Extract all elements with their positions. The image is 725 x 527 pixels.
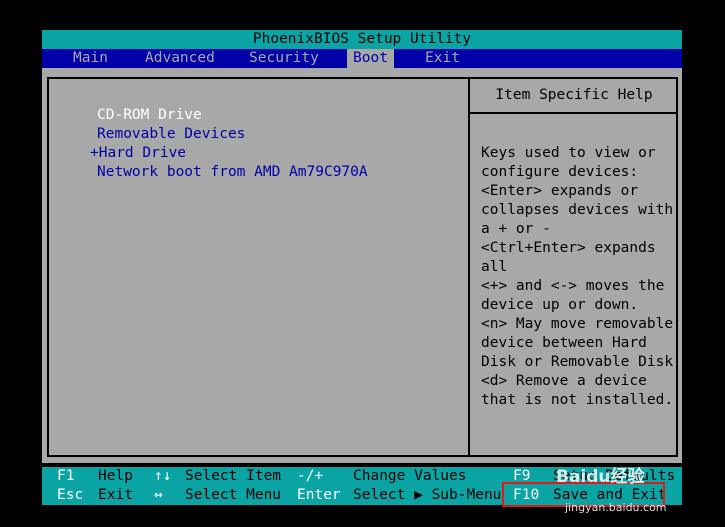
boot-order-list: CD-ROM Drive Removable Devices +Hard Dri…	[90, 106, 368, 182]
watermark-url: jingyan.baidu.com	[565, 501, 667, 514]
boot-item-network[interactable]: Network boot from AMD Am79C970A	[90, 163, 368, 182]
help-text: Keys used to view or configure devices: …	[481, 144, 674, 410]
key-enter[interactable]: Enter	[297, 486, 341, 505]
panel-divider	[468, 77, 470, 457]
boot-item-hard-drive[interactable]: +Hard Drive	[90, 144, 368, 163]
bios-title-bar: PhoenixBIOS Setup Utility	[42, 30, 682, 49]
help-line: <n> May move removable	[481, 316, 674, 332]
key-f1[interactable]: F1	[57, 467, 74, 486]
tab-security[interactable]: Security	[243, 49, 325, 68]
boot-item-cdrom[interactable]: CD-ROM Drive	[90, 106, 368, 125]
action-select-submenu: Select ▶ Sub-Menu	[353, 487, 502, 503]
action-select-item: Select Item	[185, 468, 282, 484]
help-line: <+> and <-> moves the	[481, 278, 665, 294]
watermark-logo: Baidu经验	[556, 467, 645, 487]
key-left-right-icon[interactable]: ↔	[154, 486, 163, 505]
help-line: <d> Remove a device	[481, 373, 647, 389]
tab-boot[interactable]: Boot	[347, 49, 394, 68]
action-help: Help	[98, 468, 133, 484]
key-esc[interactable]: Esc	[57, 486, 83, 505]
help-line: Keys used to view or	[481, 145, 656, 161]
help-line: Disk or Removable Disk	[481, 354, 674, 370]
help-line: that is not installed.	[481, 392, 674, 408]
help-line: collapses devices with	[481, 202, 674, 218]
help-line: device between Hard	[481, 335, 647, 351]
key-up-down-icon[interactable]: ↑↓	[154, 467, 171, 486]
help-line: a + or -	[481, 221, 551, 237]
help-line: configure devices:	[481, 164, 639, 180]
action-exit: Exit	[98, 487, 133, 503]
help-separator	[470, 112, 678, 114]
menu-bar: Main Advanced Security Boot Exit	[42, 49, 682, 68]
help-line: device up or down.	[481, 297, 639, 313]
tab-advanced[interactable]: Advanced	[139, 49, 221, 68]
help-line: all	[481, 259, 508, 275]
tab-main[interactable]: Main	[67, 49, 114, 68]
boot-item-removable[interactable]: Removable Devices	[90, 125, 368, 144]
help-line: <Enter> expands or	[481, 183, 639, 199]
key-minus-plus[interactable]: -/+	[297, 467, 323, 486]
action-change-values: Change Values	[353, 468, 467, 484]
help-line: <Ctrl+Enter> expands	[481, 240, 656, 256]
main-panel: CD-ROM Drive Removable Devices +Hard Dri…	[42, 68, 682, 463]
help-title: Item Specific Help	[495, 87, 653, 103]
action-select-menu: Select Menu	[185, 487, 282, 503]
tab-exit[interactable]: Exit	[419, 49, 466, 68]
